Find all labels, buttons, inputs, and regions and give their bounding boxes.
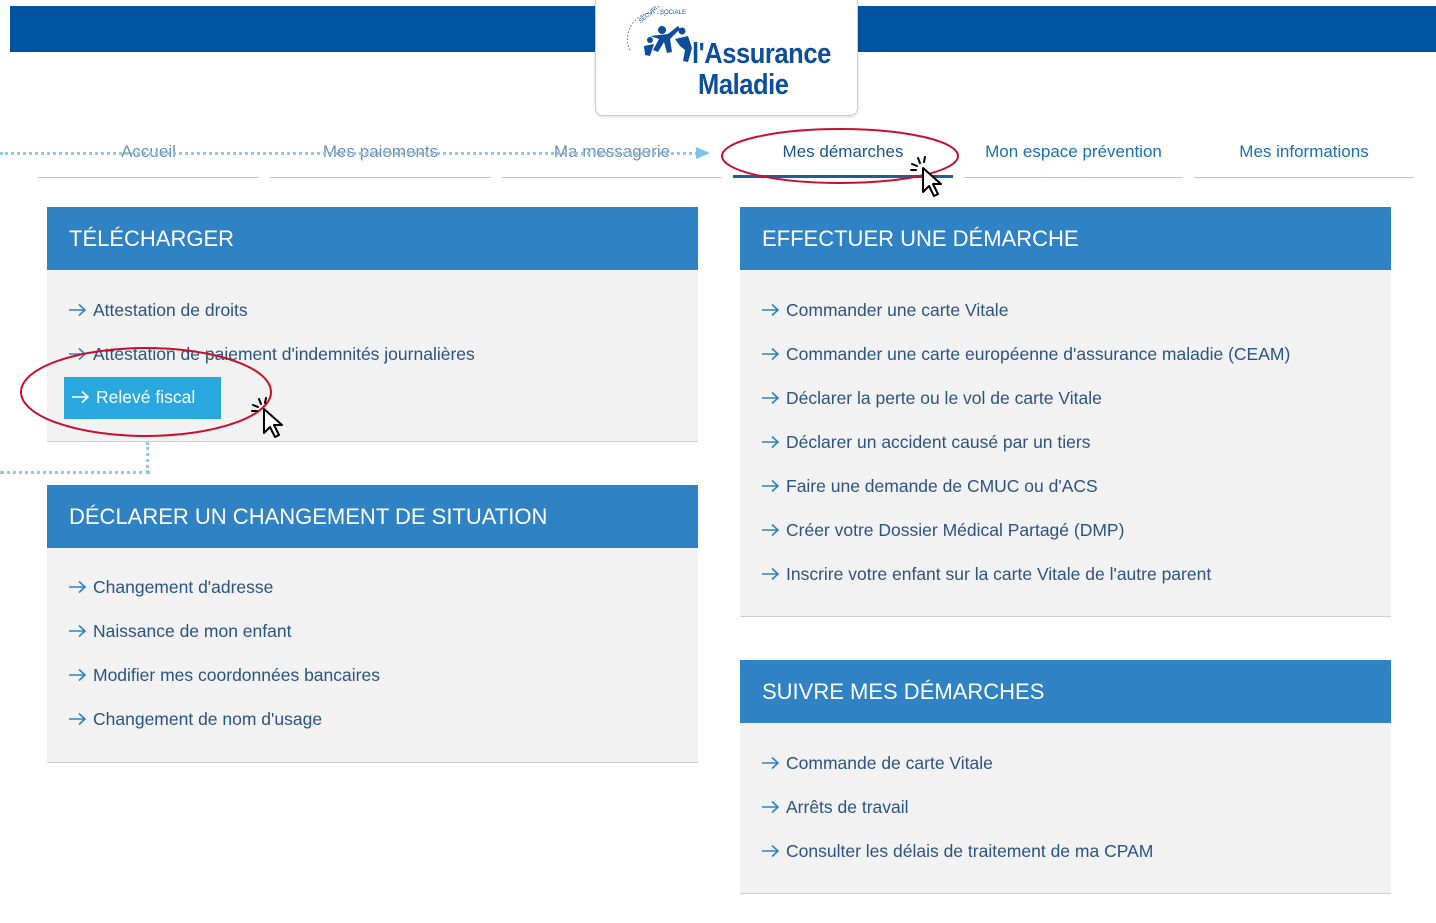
nav-tab-ma-messagerie[interactable]: Ma messagerie [502,140,722,178]
arrow-right-icon [67,660,89,690]
link-changement-adresse[interactable]: Changement d'adresse [47,572,273,602]
logo-text-line2: Maladie [698,69,789,101]
arrow-right-icon [760,427,782,457]
panel-title-demarche: EFFECTUER UNE DÉMARCHE [740,207,1391,270]
nav-tab-mon-espace-prevention[interactable]: Mon espace prévention [964,140,1183,178]
link-commander-ceam[interactable]: Commander une carte européenne d'assuran… [740,339,1290,369]
nav-tab-mes-paiements[interactable]: Mes paiements [270,140,491,178]
link-label: Commander une carte Vitale [786,300,1009,320]
link-label: Naissance de mon enfant [93,621,292,641]
arrow-right-icon [70,377,92,407]
link-inscrire-enfant[interactable]: Inscrire votre enfant sur la carte Vital… [740,559,1211,589]
panel-changement-situation: DÉCLARER UN CHANGEMENT DE SITUATION Chan… [47,485,698,763]
arrow-right-icon [67,572,89,602]
panel-effectuer-demarche: EFFECTUER UNE DÉMARCHE Commander une car… [740,207,1391,617]
link-label: Arrêts de travail [786,797,909,817]
link-label: Commande de carte Vitale [786,753,993,773]
link-perte-vol-carte[interactable]: Déclarer la perte ou le vol de carte Vit… [740,383,1102,413]
link-label: Modifier mes coordonnées bancaires [93,665,380,685]
link-label: Créer votre Dossier Médical Partagé (DMP… [786,520,1125,540]
link-label: Attestation de droits [93,300,248,320]
link-demande-cmuc-acs[interactable]: Faire une demande de CMUC ou d'ACS [740,471,1098,501]
releve-fiscal-label: Relevé fiscal [96,387,196,407]
arrow-right-icon [760,559,782,589]
panel-suivre-demarches: SUIVRE MES DÉMARCHES Commande de carte V… [740,660,1391,894]
link-commande-carte-vitale[interactable]: Commande de carte Vitale [740,748,993,778]
link-creer-dmp[interactable]: Créer votre Dossier Médical Partagé (DMP… [740,515,1124,545]
link-nom-usage[interactable]: Changement de nom d'usage [47,704,322,734]
arrow-right-icon [760,836,782,866]
link-label: Consulter les délais de traitement de ma… [786,841,1154,861]
logo-emblem-icon: SÉCURITÉ SOCIALE [627,6,692,62]
svg-text:SOCIALE: SOCIALE [660,10,686,16]
nav-tab-mes-informations[interactable]: Mes informations [1194,140,1414,178]
link-label: Changement d'adresse [93,577,274,597]
link-label: Changement de nom d'usage [93,709,323,729]
arrow-right-icon [760,748,782,778]
arrow-right-icon [760,383,782,413]
click-cursor-icon [910,156,942,197]
releve-fiscal-button[interactable]: Relevé fiscal [64,377,221,419]
nav-tab-accueil[interactable]: Accueil [38,140,259,178]
logo-text-line1: l'Assurance [692,38,831,70]
link-label: Commander une carte européenne d'assuran… [786,344,1291,364]
arrow-right-icon [760,339,782,369]
guide-dotted-line-bottom [0,471,150,474]
link-attestation-indemnites[interactable]: Attestation de paiement d'indemnités jou… [47,339,475,369]
arrow-right-icon [760,792,782,822]
link-commander-carte-vitale[interactable]: Commander une carte Vitale [740,295,1008,325]
link-accident-tiers[interactable]: Déclarer un accident causé par un tiers [740,427,1090,457]
arrow-right-icon [760,471,782,501]
arrow-right-icon [760,295,782,325]
arrow-right-icon [67,616,89,646]
arrow-right-icon [67,704,89,734]
link-label: Inscrire votre enfant sur la carte Vital… [786,564,1212,584]
link-coordonnees-bancaires[interactable]: Modifier mes coordonnées bancaires [47,660,380,690]
link-label: Faire une demande de CMUC ou d'ACS [786,476,1098,496]
link-delais-traitement[interactable]: Consulter les délais de traitement de ma… [740,836,1153,866]
link-label: Déclarer un accident causé par un tiers [786,432,1091,452]
panel-title-changement: DÉCLARER UN CHANGEMENT DE SITUATION [47,485,698,548]
panel-title-telecharger: TÉLÉCHARGER [47,207,698,270]
arrow-right-icon [67,295,89,325]
link-label: Déclarer la perte ou le vol de carte Vit… [786,388,1102,408]
panel-title-suivre: SUIVRE MES DÉMARCHES [740,660,1391,723]
link-label: Attestation de paiement d'indemnités jou… [93,344,475,364]
link-naissance-enfant[interactable]: Naissance de mon enfant [47,616,291,646]
assurance-maladie-logo[interactable]: SÉCURITÉ SOCIALE l'Assurance Maladie [595,0,858,116]
guide-dotted-line-vertical [146,442,149,473]
arrow-right-icon [67,339,89,369]
guide-dotted-line-top [0,152,698,155]
arrow-right-icon [760,515,782,545]
link-arrets-travail[interactable]: Arrêts de travail [740,792,909,822]
link-attestation-droits[interactable]: Attestation de droits [47,295,248,325]
click-cursor-icon [251,397,283,438]
guide-arrowhead-icon [696,147,710,159]
